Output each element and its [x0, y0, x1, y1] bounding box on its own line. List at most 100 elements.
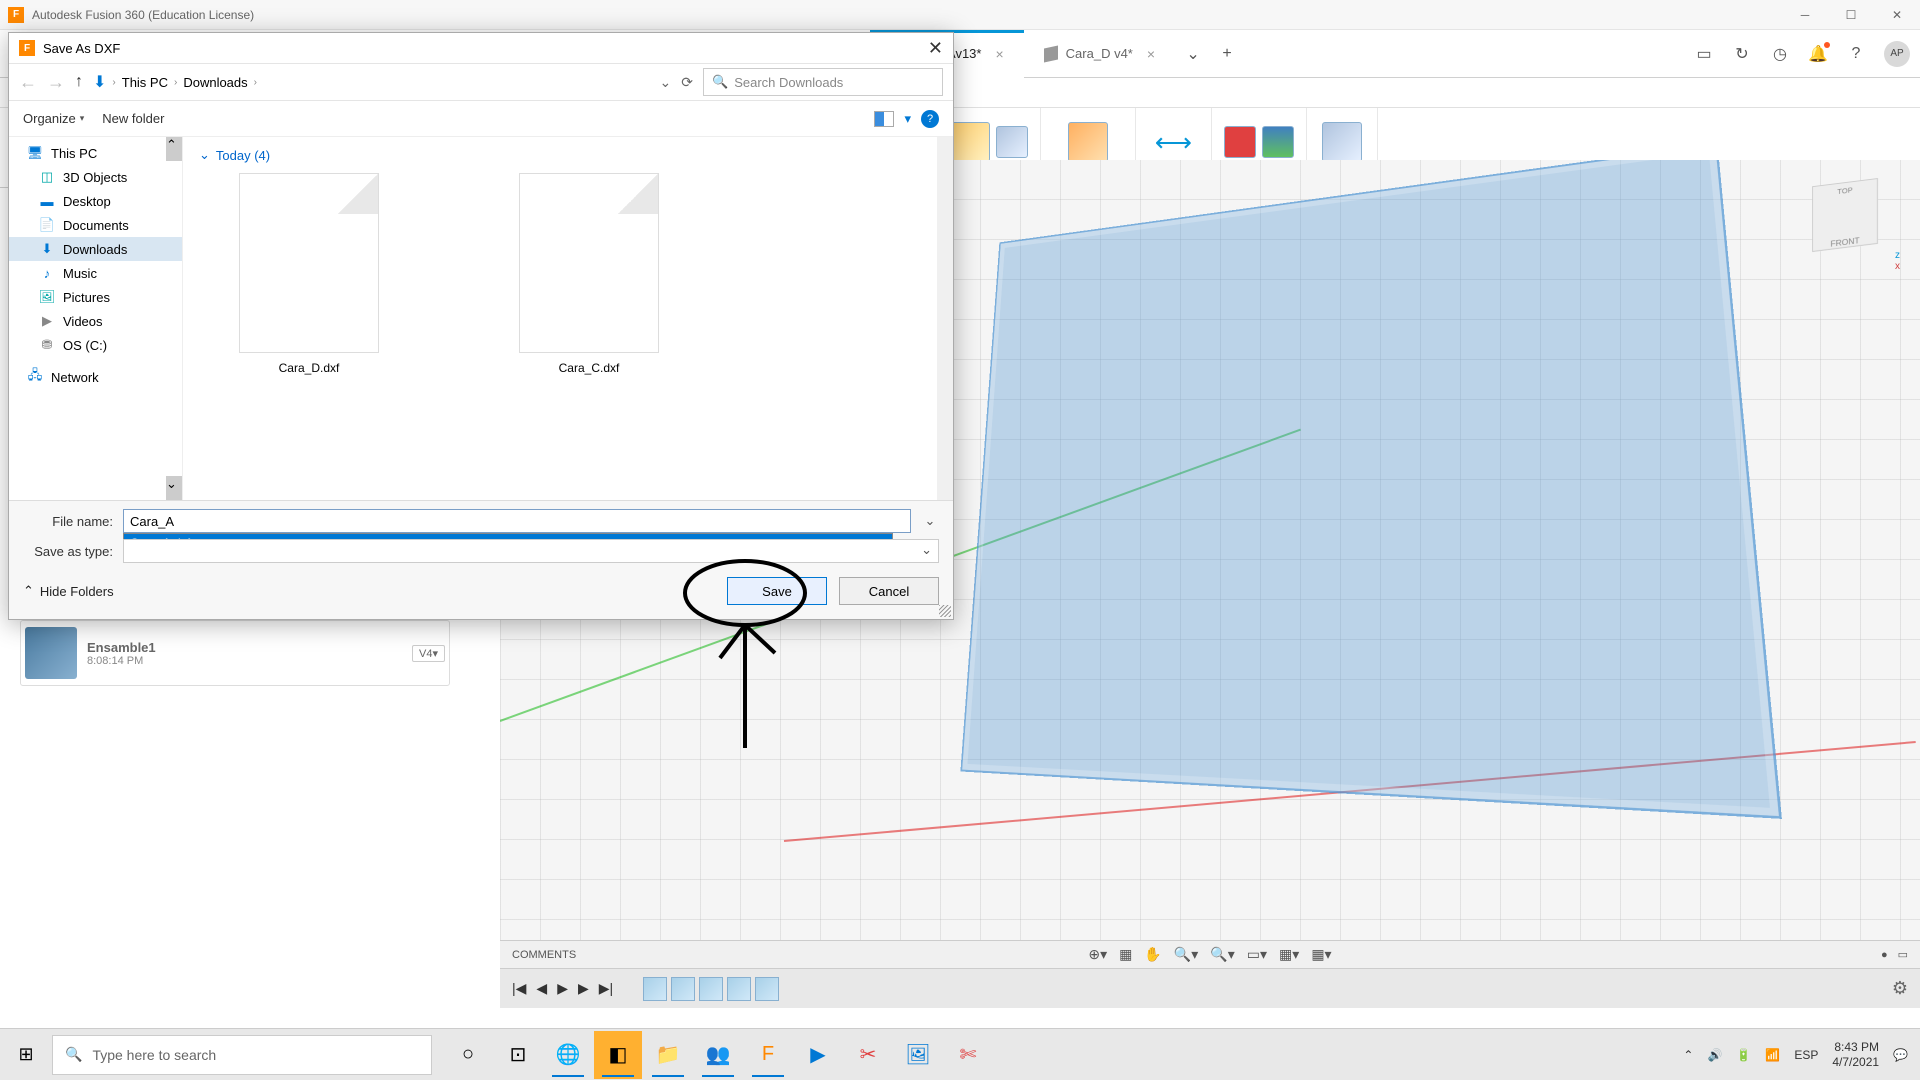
up-button[interactable]: ↑: [75, 73, 83, 91]
back-button[interactable]: ←: [19, 72, 37, 93]
display-icon[interactable]: ▭▾: [1247, 946, 1267, 963]
view-mode-button[interactable]: [874, 111, 894, 127]
battery-icon[interactable]: 🔋: [1736, 1048, 1751, 1062]
insert-decal-icon[interactable]: [1262, 126, 1294, 158]
tab-cara-d[interactable]: Cara_D v4* ×: [1024, 30, 1175, 78]
pan-icon[interactable]: ✋: [1144, 946, 1161, 963]
file-scrollbar[interactable]: [937, 137, 953, 500]
cancel-button[interactable]: Cancel: [839, 577, 939, 605]
tree-music[interactable]: ♪Music: [9, 261, 182, 285]
version-badge[interactable]: V4▾: [412, 645, 445, 662]
close-tab-icon[interactable]: ×: [1147, 46, 1155, 62]
filename-input[interactable]: [123, 509, 911, 533]
clock-icon[interactable]: ◷: [1770, 44, 1790, 64]
file-item[interactable]: Cara_C.dxf: [519, 173, 659, 375]
model-body[interactable]: [960, 160, 1781, 819]
timeline-feature-icon[interactable]: [727, 977, 751, 1001]
close-button[interactable]: ✕: [1874, 0, 1920, 30]
file-item[interactable]: Cara_D.dxf: [239, 173, 379, 375]
group-today[interactable]: ⌄Today (4): [199, 147, 937, 163]
tree-3d-objects[interactable]: ◫3D Objects: [9, 165, 182, 189]
tree-downloads[interactable]: ⬇Downloads: [9, 237, 182, 261]
tree-network[interactable]: 🖧Network: [9, 365, 182, 389]
wifi-icon[interactable]: 📶: [1765, 1048, 1780, 1062]
refresh-button[interactable]: ⟳: [681, 74, 693, 91]
language-indicator[interactable]: ESP: [1794, 1048, 1818, 1062]
timeline-settings-icon[interactable]: ⚙: [1892, 978, 1908, 999]
maximize-button[interactable]: ☐: [1828, 0, 1874, 30]
breadcrumb-pc[interactable]: This PC: [122, 75, 168, 90]
zoom-icon[interactable]: 🔍▾: [1174, 946, 1198, 963]
fusion-icon[interactable]: F: [744, 1031, 792, 1079]
tree-documents[interactable]: 📄Documents: [9, 213, 182, 237]
teams-icon[interactable]: 👥: [694, 1031, 742, 1079]
look-at-icon[interactable]: ▦: [1119, 946, 1132, 963]
resize-handle[interactable]: [939, 605, 951, 617]
tree-videos[interactable]: ▶Videos: [9, 309, 182, 333]
scrollbar-handle[interactable]: ⌃: [166, 137, 182, 161]
select-icon[interactable]: [1322, 122, 1362, 162]
volume-icon[interactable]: 🔊: [1707, 1048, 1722, 1062]
snip-icon[interactable]: ✂: [844, 1031, 892, 1079]
notifications-icon[interactable]: 🔔: [1808, 44, 1828, 64]
save-button[interactable]: Save: [727, 577, 827, 605]
breadcrumb[interactable]: ⬇ › This PC › Downloads ›: [93, 72, 650, 92]
movie-icon[interactable]: ▶: [794, 1031, 842, 1079]
timeline-back-icon[interactable]: ◀: [536, 980, 547, 997]
explorer-icon[interactable]: 📁: [644, 1031, 692, 1079]
fit-icon[interactable]: 🔍▾: [1210, 946, 1234, 963]
tree-pictures[interactable]: 🖼Pictures: [9, 285, 182, 309]
taskbar-search[interactable]: 🔍 Type here to search: [52, 1035, 432, 1075]
tree-osc[interactable]: ⛃OS (C:): [9, 333, 182, 357]
hide-folders-button[interactable]: ⌃Hide Folders: [23, 583, 114, 599]
construct-plane-icon[interactable]: [1068, 122, 1108, 162]
tray-chevron-icon[interactable]: ⌃: [1683, 1048, 1693, 1062]
user-avatar[interactable]: AP: [1884, 41, 1910, 67]
dialog-close-button[interactable]: ✕: [928, 38, 943, 59]
grid-icon[interactable]: ▦▾: [1279, 946, 1299, 963]
snagit-icon[interactable]: ✄: [944, 1031, 992, 1079]
record-icon[interactable]: ●: [1881, 949, 1888, 961]
forward-button[interactable]: →: [47, 72, 65, 93]
timeline-play-icon[interactable]: ▶: [557, 980, 568, 997]
new-folder-button[interactable]: New folder: [102, 111, 164, 126]
extension-icon[interactable]: ▭: [1694, 44, 1714, 64]
help-icon[interactable]: ?: [1846, 44, 1866, 64]
clock[interactable]: 8:43 PM 4/7/2021: [1832, 1040, 1879, 1069]
saveastype-dropdown[interactable]: [123, 539, 939, 563]
timeline-fwd-icon[interactable]: ▶: [578, 980, 589, 997]
chrome-icon[interactable]: 🌐: [544, 1031, 592, 1079]
breadcrumb-folder[interactable]: Downloads: [183, 75, 247, 90]
orbit-icon[interactable]: ⊕▾: [1088, 946, 1107, 963]
start-button[interactable]: ⊞: [0, 1029, 52, 1081]
timeline-end-icon[interactable]: ▶|: [599, 980, 613, 997]
scrollbar-handle[interactable]: ⌄: [166, 476, 182, 500]
updates-icon[interactable]: ↻: [1732, 44, 1752, 64]
timeline-feature-icon[interactable]: [755, 977, 779, 1001]
as-built-joint-icon[interactable]: [996, 126, 1028, 158]
breadcrumb-dropdown-icon[interactable]: ⌄: [660, 74, 672, 91]
joint-icon[interactable]: [950, 122, 990, 162]
photos-icon[interactable]: 🖼: [894, 1031, 942, 1079]
taskview-icon[interactable]: ⊡: [494, 1031, 542, 1079]
app-yellow-icon[interactable]: ◧: [594, 1031, 642, 1079]
action-center-icon[interactable]: 💬: [1893, 1048, 1908, 1062]
help-button[interactable]: ?: [921, 110, 939, 128]
timeline-feature-icon[interactable]: [643, 977, 667, 1001]
tree-this-pc[interactable]: 🖥This PC: [9, 141, 182, 165]
insert-derive-icon[interactable]: [1224, 126, 1256, 158]
close-tab-icon[interactable]: ×: [995, 46, 1003, 62]
tree-desktop[interactable]: ▬Desktop: [9, 189, 182, 213]
view-dropdown-icon[interactable]: ▾: [904, 111, 911, 127]
comments-label[interactable]: COMMENTS: [512, 949, 576, 961]
view-cube[interactable]: FRONT: [1812, 178, 1878, 252]
tabs-dropdown-icon[interactable]: ⌄: [1183, 44, 1203, 64]
cortana-icon[interactable]: ○: [444, 1031, 492, 1079]
search-input[interactable]: 🔍 Search Downloads: [703, 68, 943, 96]
new-tab-button[interactable]: +: [1217, 44, 1237, 64]
collapse-icon[interactable]: ▭: [1898, 948, 1908, 961]
file-list[interactable]: ⌄Today (4) Cara_D.dxf Cara_C.dxf: [183, 137, 953, 500]
minimize-button[interactable]: ─: [1782, 0, 1828, 30]
filename-dropdown-icon[interactable]: ⌄: [921, 513, 939, 529]
organize-button[interactable]: Organize: [23, 111, 84, 126]
